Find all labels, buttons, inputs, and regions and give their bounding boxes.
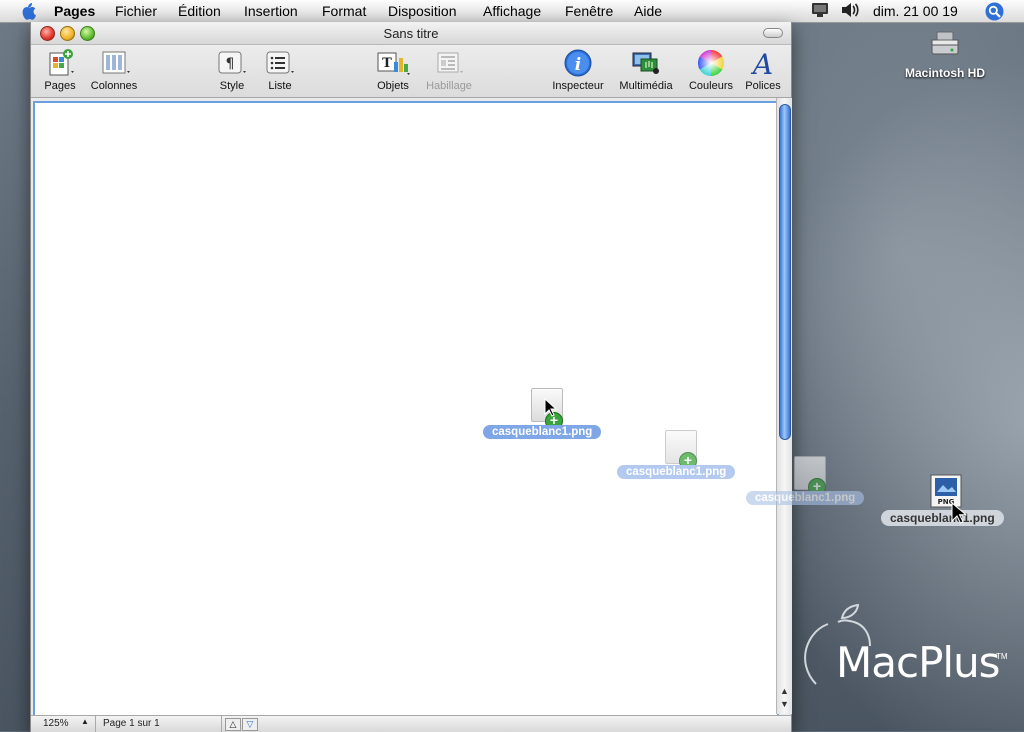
mouse-cursor-icon (951, 502, 967, 524)
menu-format[interactable]: Format (322, 3, 366, 19)
colors-button[interactable]: Couleurs (684, 49, 738, 92)
toolbar-toggle-button[interactable] (763, 28, 783, 38)
volume-icon[interactable] (840, 2, 860, 18)
next-page-button[interactable]: ▽ (242, 718, 258, 731)
svg-text:A: A (750, 49, 773, 77)
wrap-button[interactable]: Habillage (423, 49, 475, 92)
display-icon[interactable] (811, 2, 829, 18)
pages-label: Pages (44, 80, 76, 92)
wrap-label: Habillage (426, 80, 472, 92)
document-window: Sans titre Pages Colonnes ¶ Style Liste … (30, 22, 792, 732)
color-wheel-icon (697, 49, 725, 77)
colors-label: Couleurs (688, 80, 734, 92)
paragraph-style-icon: ¶ (218, 51, 246, 74)
pages-icon (49, 49, 74, 76)
columns-icon (102, 51, 130, 74)
inspector-label: Inspecteur (552, 80, 604, 92)
menu-app-pages[interactable]: Pages (54, 3, 95, 19)
apple-menu-icon[interactable] (20, 2, 36, 20)
document-page[interactable] (33, 101, 779, 720)
status-divider (95, 716, 96, 732)
info-icon: i (564, 49, 592, 77)
menu-fenetre[interactable]: Fenêtre (565, 3, 613, 19)
vertical-scrollbar[interactable]: ▲ ▼ (776, 98, 792, 714)
macplus-logo: MacPlus TM (800, 600, 1010, 700)
logo-trademark: TM (996, 652, 1008, 661)
zoom-stepper-icon[interactable]: ▲ (81, 717, 89, 726)
fonts-icon: A (750, 49, 773, 77)
mouse-cursor-icon (544, 398, 558, 417)
scroll-down-icon[interactable]: ▼ (780, 699, 789, 709)
media-button[interactable]: Multimédia (615, 49, 677, 92)
status-bar: 125% ▲ Page 1 sur 1 △ ▽ (31, 715, 791, 732)
title-bar[interactable]: Sans titre (31, 22, 791, 45)
drag-filename: casqueblanc1.png (483, 425, 602, 439)
style-label: Style (219, 80, 245, 92)
menu-disposition[interactable]: Disposition (388, 3, 456, 19)
svg-text:T: T (382, 56, 392, 71)
svg-text:i: i (575, 55, 581, 75)
menu-insertion[interactable]: Insertion (244, 3, 298, 19)
scroll-up-icon[interactable]: ▲ (780, 686, 789, 696)
list-button[interactable]: Liste (262, 49, 298, 92)
page-indicator: Page 1 sur 1 (103, 718, 160, 729)
toolbar: Pages Colonnes ¶ Style Liste T Objets Ha… (31, 45, 791, 98)
png-file-label: casqueblanc1.png (881, 510, 1004, 526)
objects-icon: T (377, 52, 410, 75)
hard-drive-label: Macintosh HD (904, 66, 985, 80)
objects-button[interactable]: T Objets (374, 49, 412, 92)
scrollbar-thumb[interactable] (779, 104, 791, 440)
media-label: Multimédia (619, 80, 673, 92)
columns-button[interactable]: Colonnes (86, 49, 142, 92)
logo-text: MacPlus (836, 638, 1001, 687)
inspector-button[interactable]: i Inspecteur (548, 49, 608, 92)
menu-fichier[interactable]: Fichier (115, 3, 157, 19)
menu-bar: Pages Fichier Édition Insertion Format D… (0, 0, 1024, 23)
window-title: Sans titre (383, 26, 439, 41)
menu-clock[interactable]: dim. 21 00 19 (873, 3, 958, 19)
menu-edition[interactable]: Édition (178, 3, 221, 19)
drag-filename: casqueblanc1.png (746, 491, 865, 505)
text-wrap-icon (437, 52, 463, 73)
menu-aide[interactable]: Aide (634, 3, 662, 19)
previous-page-button[interactable]: △ (225, 718, 241, 731)
fonts-label: Polices (745, 80, 781, 92)
objects-label: Objets (377, 80, 409, 92)
style-button[interactable]: ¶ Style (214, 49, 250, 92)
drag-filename: casqueblanc1.png (617, 465, 736, 479)
fonts-button[interactable]: A Polices (743, 49, 783, 92)
zoom-level[interactable]: 125% (43, 718, 69, 729)
media-icon (632, 52, 659, 74)
svg-text:¶: ¶ (226, 56, 235, 72)
hard-drive-icon (931, 31, 959, 55)
list-icon (266, 51, 294, 74)
spotlight-icon[interactable] (985, 2, 1004, 21)
status-divider (221, 716, 222, 732)
list-label: Liste (268, 80, 292, 92)
menu-affichage[interactable]: Affichage (483, 3, 541, 19)
columns-label: Colonnes (90, 80, 138, 92)
pages-button[interactable]: Pages (41, 49, 79, 92)
